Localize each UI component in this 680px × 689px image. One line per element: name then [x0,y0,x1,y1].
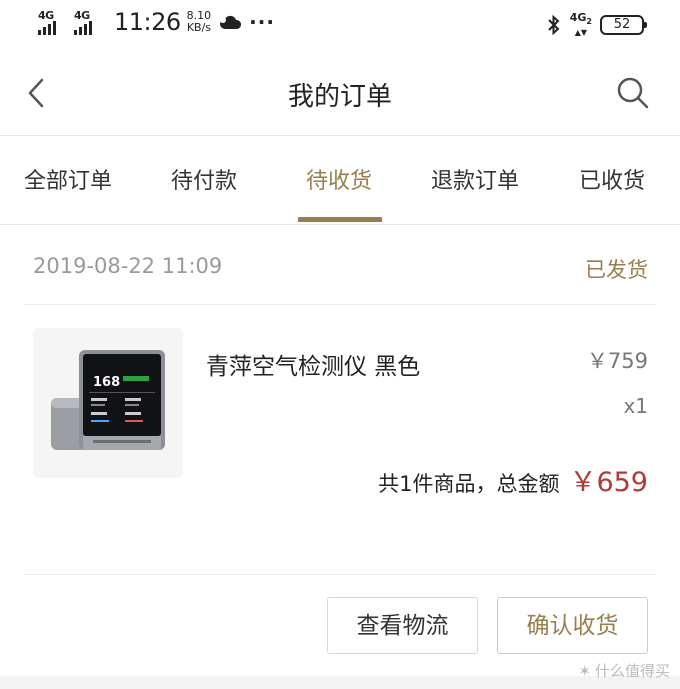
search-icon[interactable] [616,76,650,110]
divider [24,574,656,575]
product-quantity: x1 [623,394,648,418]
screen-reading: 168 [93,375,120,390]
tab-refund-orders[interactable]: 退款订单 [431,163,519,195]
nav-bar: 我的订单 [0,50,680,136]
signal-icon-2: 4G [74,9,104,35]
air-monitor-image: 168 [51,350,165,450]
order-summary: 共1件商品，总金额 ￥659 [378,460,648,499]
watermark-text: 什么值得买 [594,662,670,680]
product-image[interactable]: 168 [33,328,183,478]
tab-received[interactable]: 已收货 [579,163,645,195]
network-speed: 8.10 KB/s [187,10,212,34]
order-tabs: 全部订单 待付款 待收货 退款订单 已收货 [0,137,680,225]
clock: 11:26 [114,8,181,36]
tab-pending-receipt[interactable]: 待收货 [306,163,372,195]
speed-unit: KB/s [186,21,212,34]
active-tab-indicator [298,217,382,222]
order-date: 2019-08-22 11:09 [33,254,223,278]
signal-icon: 4G [38,9,68,35]
watermark: ✶ 什么值得买 [578,660,670,681]
network-label: 4G [569,11,587,24]
watermark-logo-icon: ✶ [578,661,591,680]
page-title: 我的订单 [287,82,392,112]
status-right: 4G2 ▲▼ 52 [546,11,647,38]
cloud-icon [220,15,242,29]
tab-all-orders[interactable]: 全部订单 [24,163,112,195]
tab-pending-payment[interactable]: 待付款 [171,163,237,195]
confirm-receipt-button[interactable]: 确认收货 [497,597,648,654]
order-status: 已发货 [585,258,648,282]
divider [24,304,656,305]
bluetooth-icon [548,14,560,36]
status-bar: 4G 4G 11:26 8.10 KB/s ··· 4G2 ▲▼ 52 [0,0,680,50]
more-notifications-icon: ··· [249,10,275,34]
product-price: ￥759 [586,349,648,373]
product-name[interactable]: 青萍空气检测仪 黑色 [206,347,420,381]
network-sub: 2 [586,17,592,27]
status-left: 4G 4G 11:26 8.10 KB/s ··· [38,8,275,36]
view-logistics-button[interactable]: 查看物流 [327,597,478,654]
summary-amount: ￥659 [569,467,648,498]
summary-label: 共1件商品，总金额 [378,472,560,496]
network-type: 4G2 ▲▼ [569,11,592,38]
battery-indicator: 52 [600,15,647,36]
